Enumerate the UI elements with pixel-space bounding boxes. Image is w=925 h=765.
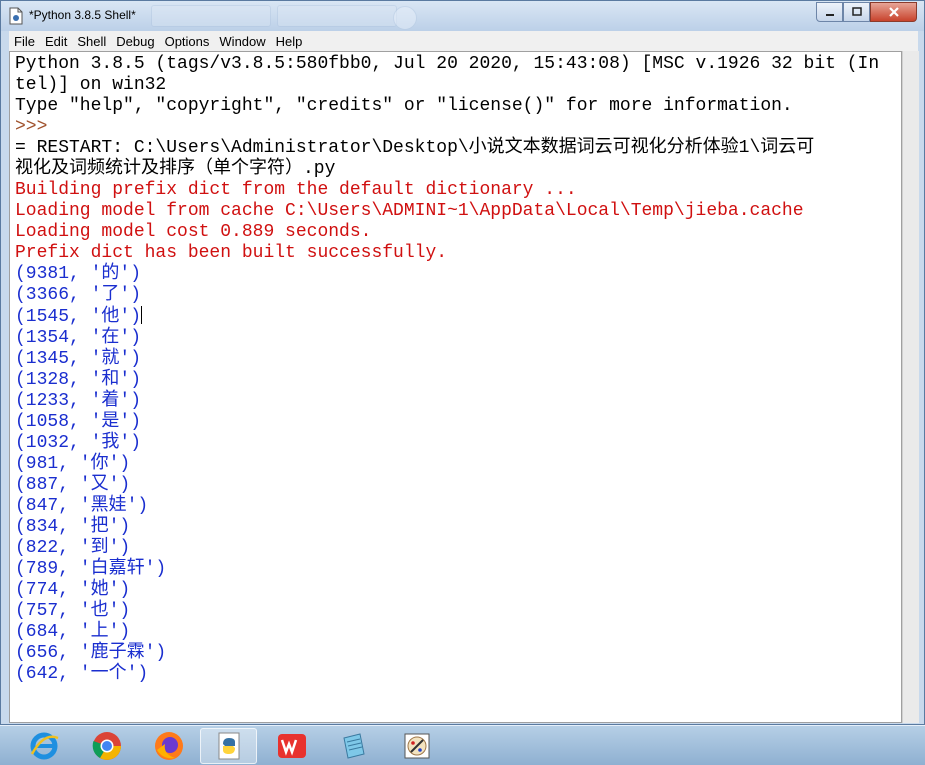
- result-line: (887, '又'): [15, 475, 131, 495]
- result-line: (1345, '就'): [15, 349, 142, 369]
- message-line: Loading model from cache C:\Users\ADMINI…: [15, 201, 804, 221]
- minimize-icon: [825, 14, 834, 16]
- result-line: (981, '你'): [15, 454, 131, 474]
- result-line-with-cursor: (1545, '他'): [15, 306, 901, 328]
- background-tabs: [151, 5, 397, 27]
- taskbar-notepad[interactable]: [325, 728, 382, 764]
- result-line: (757, '也'): [15, 601, 131, 621]
- message-line: Loading model cost 0.889 seconds.: [15, 222, 372, 242]
- window-title: *Python 3.8.5 Shell*: [29, 8, 136, 22]
- wps-icon: [277, 734, 306, 758]
- notepad-icon: [342, 733, 365, 759]
- ie-icon: [30, 732, 58, 760]
- result-line: (789, '白嘉轩'): [15, 559, 167, 579]
- menu-shell[interactable]: Shell: [72, 34, 111, 49]
- taskbar-wps[interactable]: [263, 728, 320, 764]
- result-line: (3366, '了'): [15, 285, 142, 305]
- taskbar-python-idle[interactable]: [200, 728, 257, 764]
- background-circle: [393, 6, 417, 30]
- result-line: (774, '她'): [15, 580, 131, 600]
- message-line: Building prefix dict from the default di…: [15, 180, 577, 200]
- background-tab: [277, 5, 397, 27]
- result-line: (656, '鹿子霖'): [15, 643, 167, 663]
- taskbar-firefox[interactable]: [140, 728, 197, 764]
- menu-window[interactable]: Window: [214, 34, 270, 49]
- vertical-scrollbar[interactable]: [902, 51, 919, 723]
- maximize-button[interactable]: [843, 2, 870, 22]
- restart-line: = RESTART: C:\Users\Administrator\Deskto…: [15, 138, 815, 158]
- header-line: Python 3.8.5 (tags/v3.8.5:580fbb0, Jul 2…: [15, 54, 880, 74]
- menu-edit[interactable]: Edit: [40, 34, 72, 49]
- title-bar[interactable]: *Python 3.8.5 Shell*: [1, 1, 924, 31]
- python-file-icon: [9, 7, 23, 25]
- result-line: (1032, '我'): [15, 433, 142, 453]
- result-line: (1058, '是'): [15, 412, 142, 432]
- header-line: Type "help", "copyright", "credits" or "…: [15, 96, 793, 116]
- result-line: (1233, '着'): [15, 391, 142, 411]
- chrome-icon: [92, 732, 121, 760]
- restart-line: 视化及词频统计及排序（单个字符）.py: [15, 159, 336, 179]
- result-line: (847, '黑娃'): [15, 496, 149, 516]
- close-icon: [888, 7, 899, 17]
- result-line: (684, '上'): [15, 622, 131, 642]
- result-text: (1545, '他'): [15, 307, 142, 327]
- menu-options[interactable]: Options: [160, 34, 215, 49]
- prompt: >>>: [15, 117, 48, 137]
- result-line: (9381, '的'): [15, 264, 142, 284]
- header-line: tel)] on win32: [15, 75, 167, 95]
- menu-debug[interactable]: Debug: [111, 34, 159, 49]
- result-line: (642, '一个'): [15, 664, 149, 684]
- shell-text-area[interactable]: Python 3.8.5 (tags/v3.8.5:580fbb0, Jul 2…: [9, 51, 902, 723]
- maximize-icon: [851, 7, 862, 16]
- minimize-button[interactable]: [816, 2, 843, 22]
- result-line: (1328, '和'): [15, 370, 142, 390]
- result-line: (834, '把'): [15, 517, 131, 537]
- paint-icon: [404, 733, 429, 759]
- menu-file[interactable]: File: [9, 34, 40, 49]
- background-tab: [151, 5, 271, 27]
- result-line: (1354, '在'): [15, 328, 142, 348]
- taskbar: [0, 725, 925, 765]
- taskbar-ie[interactable]: [15, 728, 72, 764]
- python-icon: [218, 732, 239, 760]
- menu-help[interactable]: Help: [271, 34, 308, 49]
- message-line: Prefix dict has been built successfully.: [15, 243, 448, 263]
- firefox-icon: [154, 732, 183, 760]
- idle-shell-window: *Python 3.8.5 Shell* File Edit Shell Deb…: [0, 0, 925, 725]
- menu-bar: File Edit Shell Debug Options Window Hel…: [9, 31, 918, 51]
- taskbar-chrome[interactable]: [78, 728, 135, 764]
- close-button[interactable]: [870, 2, 917, 22]
- text-cursor: [141, 306, 143, 324]
- taskbar-paint[interactable]: [388, 728, 445, 764]
- result-line: (822, '到'): [15, 538, 131, 558]
